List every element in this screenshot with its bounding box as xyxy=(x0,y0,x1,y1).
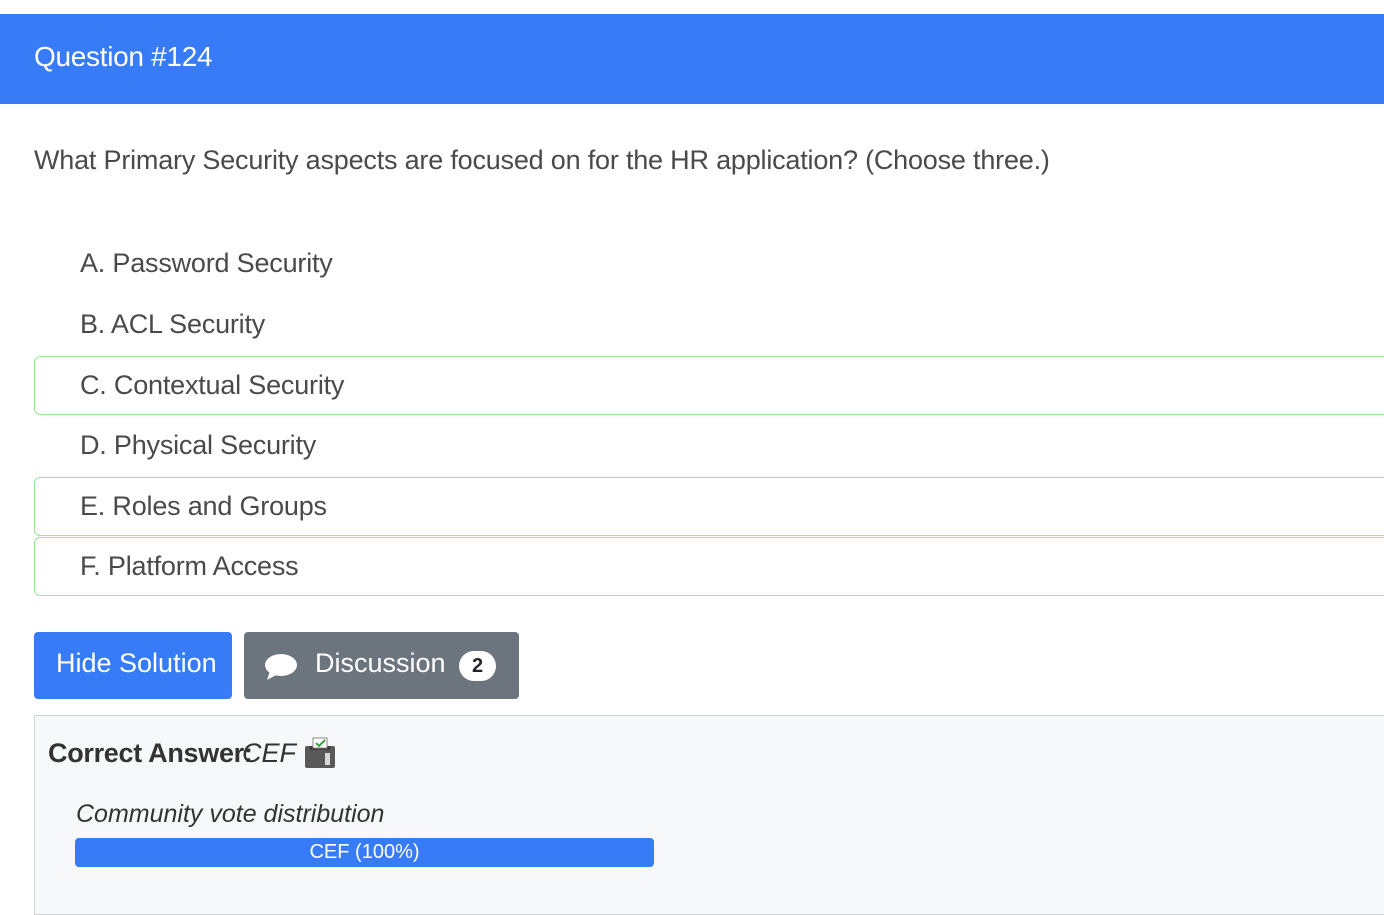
choice-c[interactable]: C. Contextual Security xyxy=(34,356,1384,415)
choice-label: D. Physical Security xyxy=(80,430,317,460)
vote-bar-text: CEF (100%) xyxy=(309,841,420,863)
question-text: What Primary Security aspects are focuse… xyxy=(34,145,1050,175)
choice-label: F. Platform Access xyxy=(80,551,299,581)
question-title: Question #124 xyxy=(34,41,213,72)
ballot-box-icon[interactable] xyxy=(303,737,337,774)
discussion-button[interactable]: Discussion 2 xyxy=(244,632,519,699)
comment-icon xyxy=(264,652,298,689)
discussion-count-badge: 2 xyxy=(459,651,496,681)
choice-label: B. ACL Security xyxy=(80,309,266,339)
vote-distribution-bar: CEF (100%) xyxy=(75,838,654,867)
question-header: Question #124 xyxy=(0,14,1384,104)
correct-answer-label: Correct Answer: xyxy=(48,738,253,768)
answer-panel: Correct Answer: CEF Community vote distr… xyxy=(34,715,1384,915)
hide-solution-button[interactable]: Hide Solution xyxy=(34,632,232,699)
choice-a[interactable]: A. Password Security xyxy=(34,234,1384,293)
choice-b[interactable]: B. ACL Security xyxy=(34,295,1384,354)
choice-e[interactable]: E. Roles and Groups xyxy=(34,477,1384,536)
hide-solution-label: Hide Solution xyxy=(56,648,217,678)
vote-distribution-label: Community vote distribution xyxy=(76,800,385,828)
choice-d[interactable]: D. Physical Security xyxy=(34,416,1384,475)
correct-answer-value: CEF xyxy=(242,738,296,768)
choice-label: E. Roles and Groups xyxy=(80,491,327,521)
discussion-label: Discussion xyxy=(315,648,446,678)
choice-f[interactable]: F. Platform Access xyxy=(34,537,1384,596)
choice-label: C. Contextual Security xyxy=(80,370,345,400)
choice-label: A. Password Security xyxy=(80,248,333,278)
